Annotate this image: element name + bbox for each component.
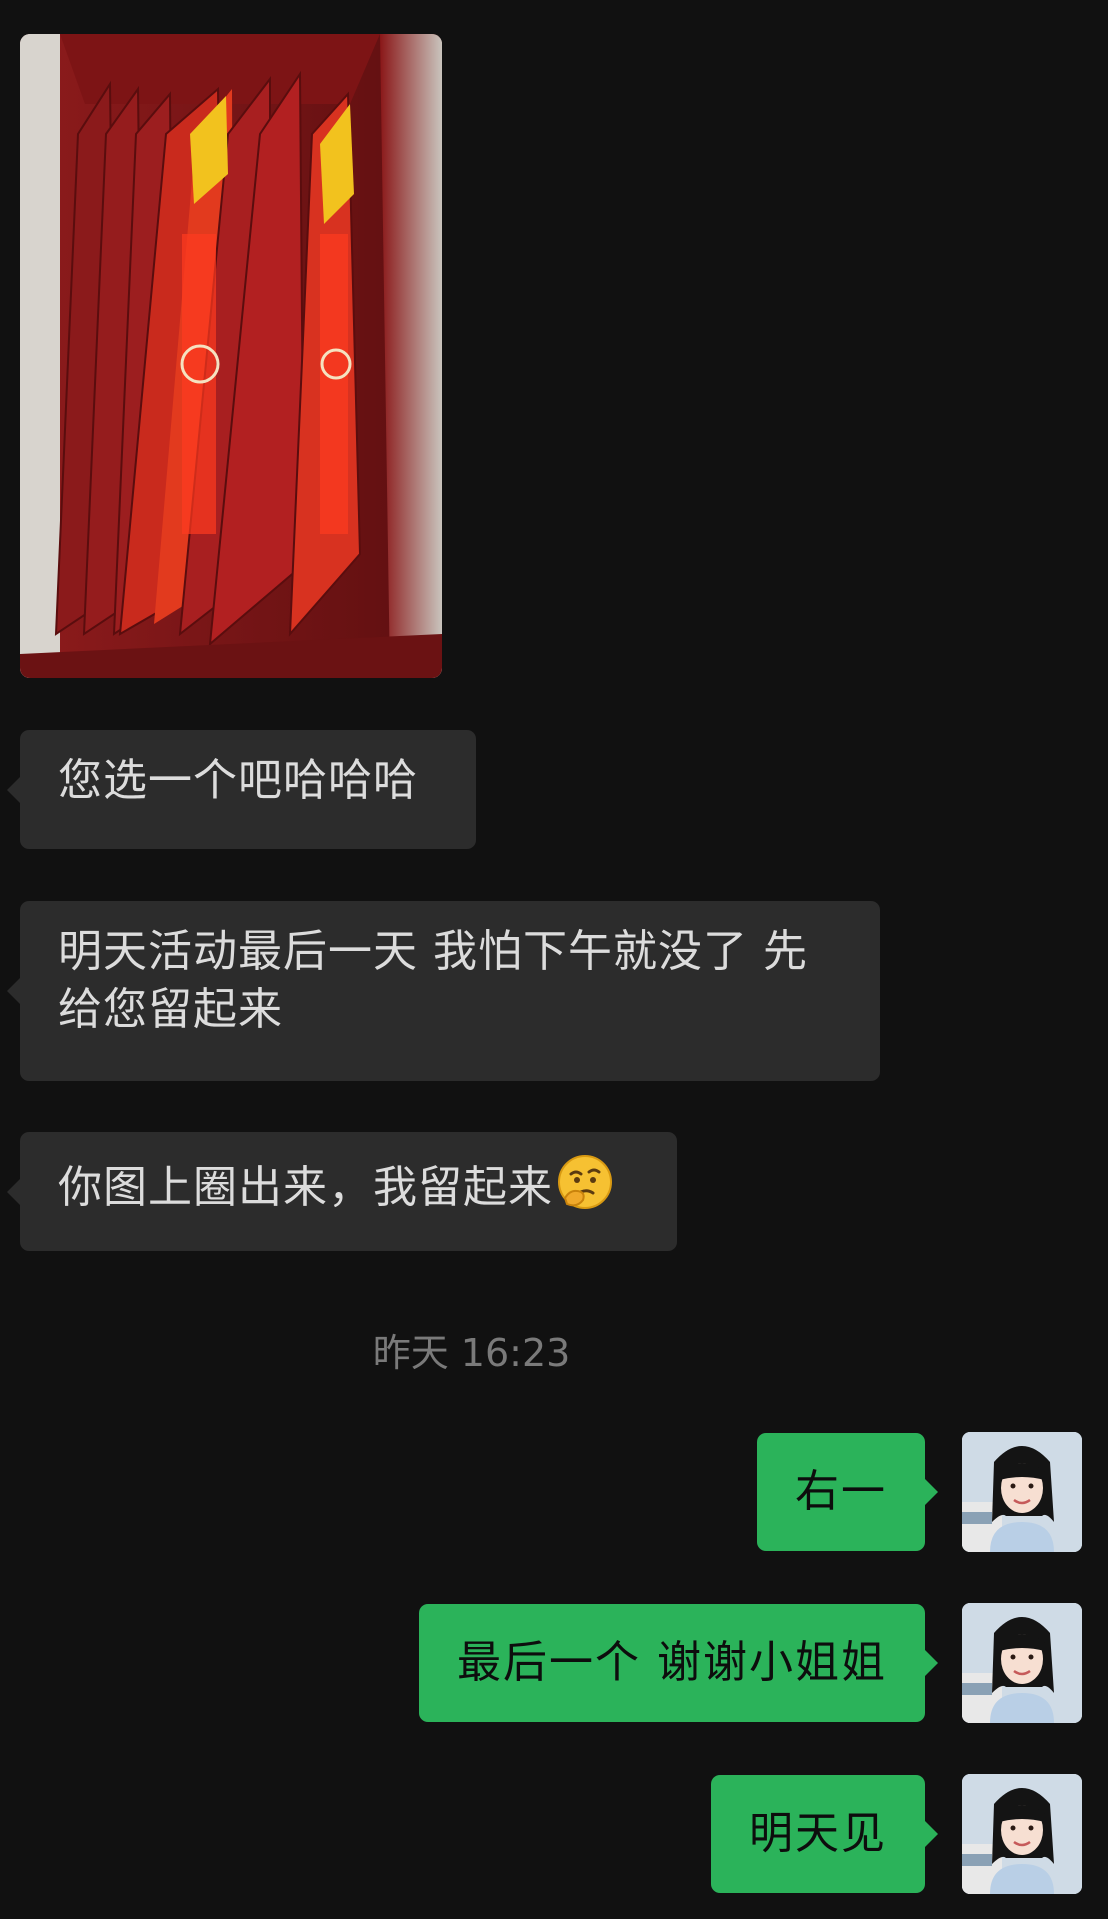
message-text: 右一 (795, 1466, 887, 1517)
message-text: 您选一个吧哈哈哈 (58, 755, 418, 806)
product-box-photo (20, 34, 442, 678)
message-text: 最后一个 谢谢小姐姐 (457, 1637, 887, 1688)
incoming-bubble[interactable]: 明天活动最后一天 我怕下午就没了 先给您留起来 (7, 901, 880, 1081)
outgoing-bubble[interactable]: 右一 (757, 1433, 938, 1551)
avatar[interactable] (962, 1774, 1082, 1894)
incoming-bubble[interactable]: 你图上圈出来，我留起来 (7, 1132, 677, 1251)
timestamp: 昨天 16:23 (372, 1331, 571, 1375)
incoming-bubble[interactable]: 您选一个吧哈哈哈 (7, 730, 476, 849)
outgoing-bubble[interactable]: 最后一个 谢谢小姐姐 (419, 1604, 938, 1722)
message-text: 明天活动最后一天 我怕下午就没了 先给您留起来 (58, 926, 808, 1035)
avatar[interactable] (962, 1432, 1082, 1552)
outgoing-bubble[interactable]: 明天见 (711, 1775, 938, 1893)
avatar[interactable] (962, 1603, 1082, 1723)
message-text: 你图上圈出来，我留起来 (58, 1162, 553, 1213)
chat-view[interactable]: 您选一个吧哈哈哈 明天活动最后一天 我怕下午就没了 先给您留起来 你图上圈出来，… (0, 0, 1108, 1919)
message-text: 明天见 (749, 1808, 887, 1859)
photo-message[interactable] (20, 34, 442, 678)
thinking-face-icon (557, 1154, 613, 1225)
